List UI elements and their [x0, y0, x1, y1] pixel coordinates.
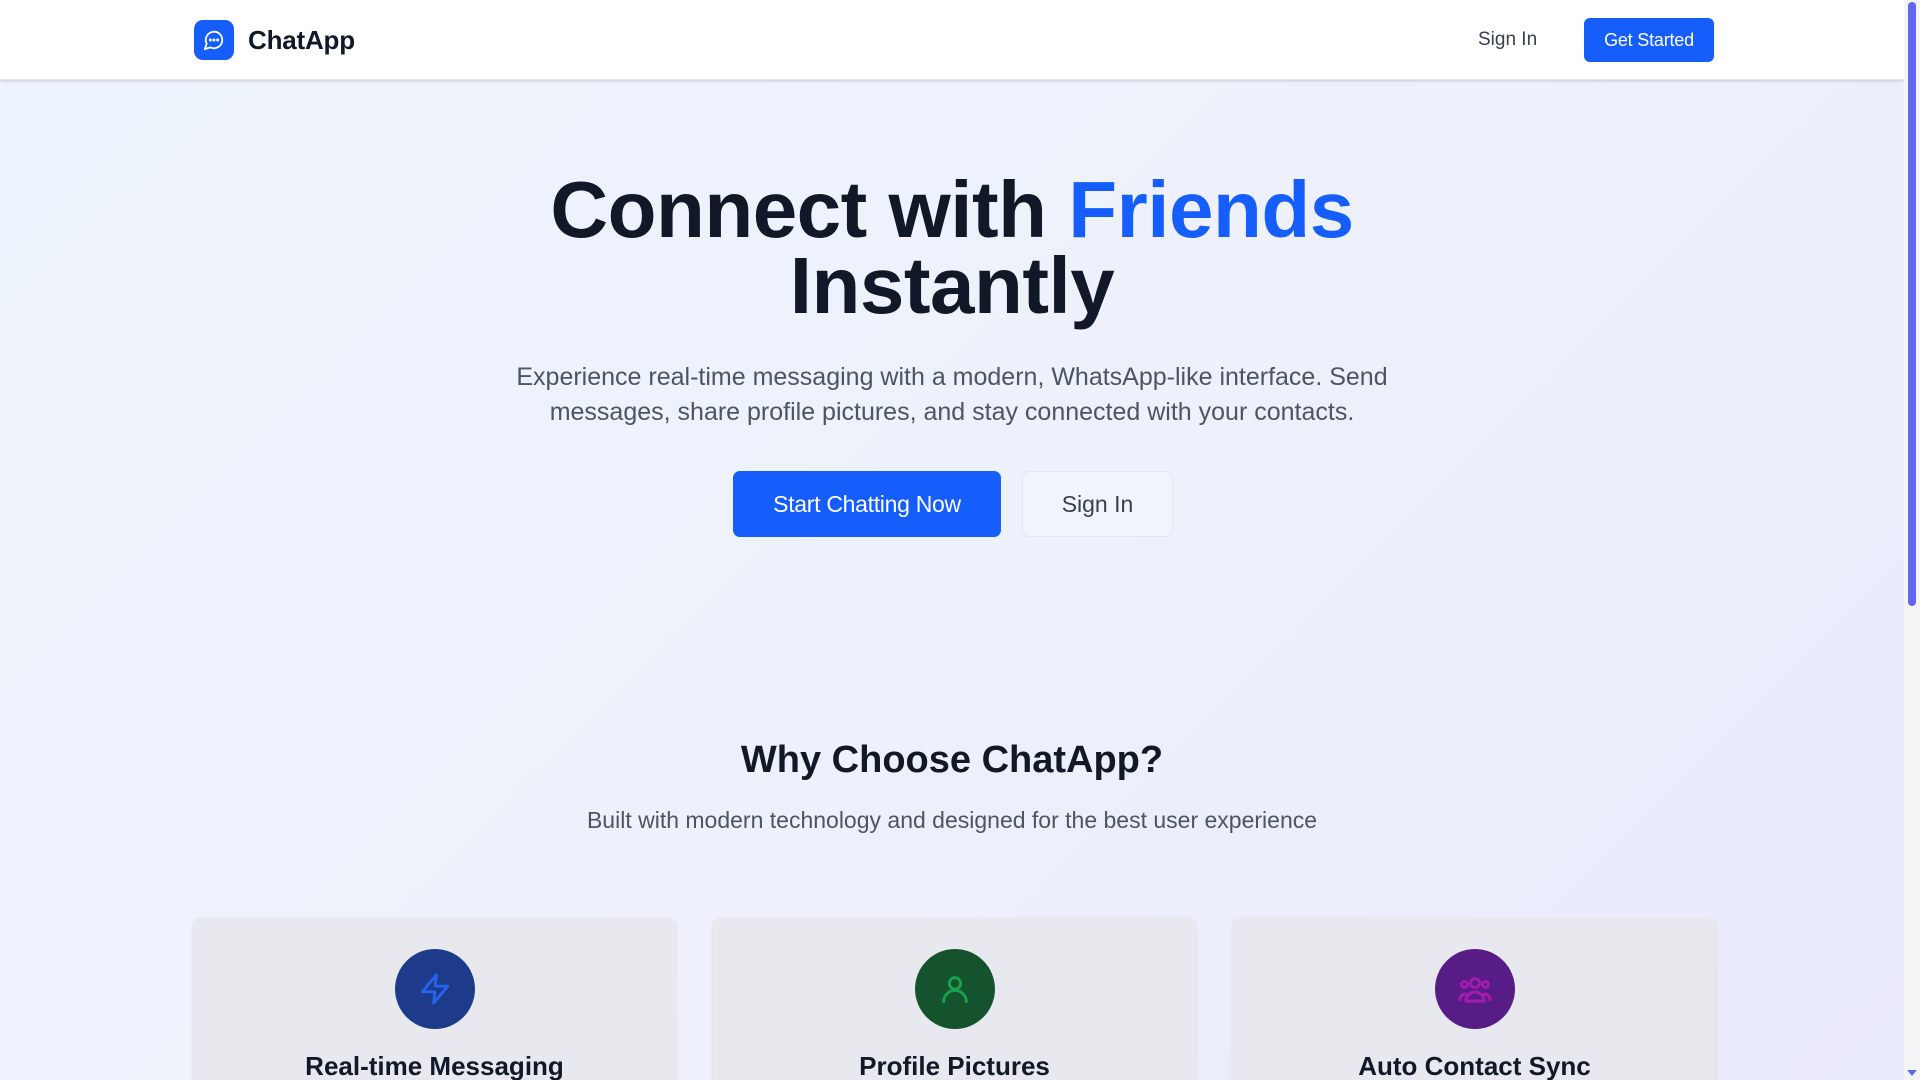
users-icon — [1435, 949, 1515, 1029]
hero-sign-in-button[interactable]: Sign In — [1022, 471, 1173, 537]
scroll-down-arrow-icon[interactable] — [1907, 1070, 1917, 1076]
header-get-started-button[interactable]: Get Started — [1584, 18, 1714, 62]
feature-card-contacts: Auto Contact Sync — [1233, 918, 1716, 1080]
lightning-icon — [395, 949, 475, 1029]
header-sign-in-button[interactable]: Sign In — [1478, 26, 1537, 54]
features-subtitle: Built with modern technology and designe… — [586, 807, 1318, 833]
landing-page: ChatApp Sign In Get Started Connect with… — [0, 0, 1904, 1080]
brand-name: ChatApp — [248, 24, 355, 55]
feature-card-title: Real-time Messaging — [305, 1051, 564, 1080]
page-scrollbar[interactable] — [1904, 0, 1920, 1080]
feature-card-profile: Profile Pictures — [713, 918, 1196, 1080]
feature-card-title: Profile Pictures — [859, 1051, 1050, 1080]
feature-card-title: Auto Contact Sync — [1358, 1051, 1591, 1080]
scrollbar-thumb[interactable] — [1908, 2, 1916, 606]
feature-card-realtime: Real-time Messaging — [193, 918, 676, 1080]
hero-title: Connect with Friends Instantly — [0, 170, 1904, 326]
top-navbar: ChatApp Sign In Get Started — [0, 0, 1904, 80]
hero-subtitle: Experience real-time messaging with a mo… — [452, 360, 1452, 430]
hero-title-part2: Instantly — [789, 241, 1115, 330]
user-icon — [915, 949, 995, 1029]
start-chatting-button[interactable]: Start Chatting Now — [733, 471, 1001, 537]
hero-subtitle-line1: Experience real-time messaging with a mo… — [516, 363, 1388, 391]
hero-subtitle-line2: messages, share profile pictures, and st… — [549, 398, 1355, 426]
brand[interactable]: ChatApp — [194, 20, 355, 60]
chat-bubble-icon — [194, 20, 234, 60]
features-title: Why Choose ChatApp? — [740, 739, 1164, 781]
